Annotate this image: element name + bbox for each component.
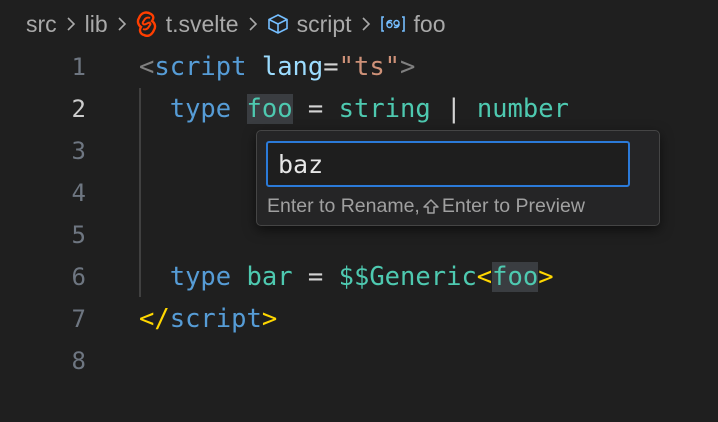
hint-text: Enter to Rename, xyxy=(267,195,420,217)
breadcrumb: src lib t.svelte script foo xyxy=(0,0,718,48)
rename-hint: Enter to Rename, Enter to Preview xyxy=(267,195,585,218)
code-line[interactable]: 8 xyxy=(0,340,718,382)
code-text: </script> xyxy=(139,304,278,334)
shift-icon xyxy=(422,198,440,216)
breadcrumb-label: foo xyxy=(413,10,446,37)
code-line[interactable]: 1 <script lang="ts"> xyxy=(0,46,718,88)
line-number: 6 xyxy=(71,263,86,291)
code-line[interactable]: 7 </script> xyxy=(0,298,718,340)
line-number: 4 xyxy=(71,179,86,207)
breadcrumb-label: lib xyxy=(84,10,108,37)
line-number: 3 xyxy=(71,137,86,165)
cube-icon xyxy=(267,13,289,35)
breadcrumb-label: t.svelte xyxy=(165,10,239,37)
line-number: 5 xyxy=(71,221,86,249)
chevron-right-icon xyxy=(65,15,77,33)
line-number: 7 xyxy=(71,305,86,333)
code-text: type foo = string | number xyxy=(169,94,569,124)
rename-target: foo xyxy=(246,94,293,124)
breadcrumb-item-script[interactable]: script xyxy=(267,11,352,38)
breadcrumb-label: src xyxy=(26,10,57,37)
breadcrumb-item-lib[interactable]: lib xyxy=(85,11,108,38)
code-line[interactable]: 6 type bar = $$Generic<foo> xyxy=(0,256,718,298)
breadcrumb-item-file[interactable]: t.svelte xyxy=(136,11,239,38)
svelte-icon xyxy=(136,11,158,37)
line-number: 8 xyxy=(71,347,86,375)
breadcrumb-item-src[interactable]: src xyxy=(26,11,57,38)
code-line[interactable]: 2 type foo = string | number xyxy=(0,88,718,130)
line-number: 1 xyxy=(71,53,86,81)
chevron-right-icon xyxy=(247,15,259,33)
code-editor[interactable]: 1 <script lang="ts"> 2 type foo = string… xyxy=(0,46,718,422)
code-text: <script lang="ts"> xyxy=(139,52,416,82)
chevron-right-icon xyxy=(360,15,372,33)
breadcrumb-label: script xyxy=(296,10,352,37)
chevron-right-icon xyxy=(116,15,128,33)
rename-input[interactable] xyxy=(266,141,630,187)
hint-text: Enter to Preview xyxy=(441,195,585,217)
line-number: 2 xyxy=(71,95,86,123)
rename-occurrence: foo xyxy=(492,262,539,292)
breadcrumb-item-foo[interactable]: foo xyxy=(380,11,446,38)
rename-widget: Enter to Rename, Enter to Preview xyxy=(256,130,660,226)
code-text: type bar = $$Generic<foo> xyxy=(169,262,554,292)
type-parameter-icon xyxy=(380,14,406,34)
